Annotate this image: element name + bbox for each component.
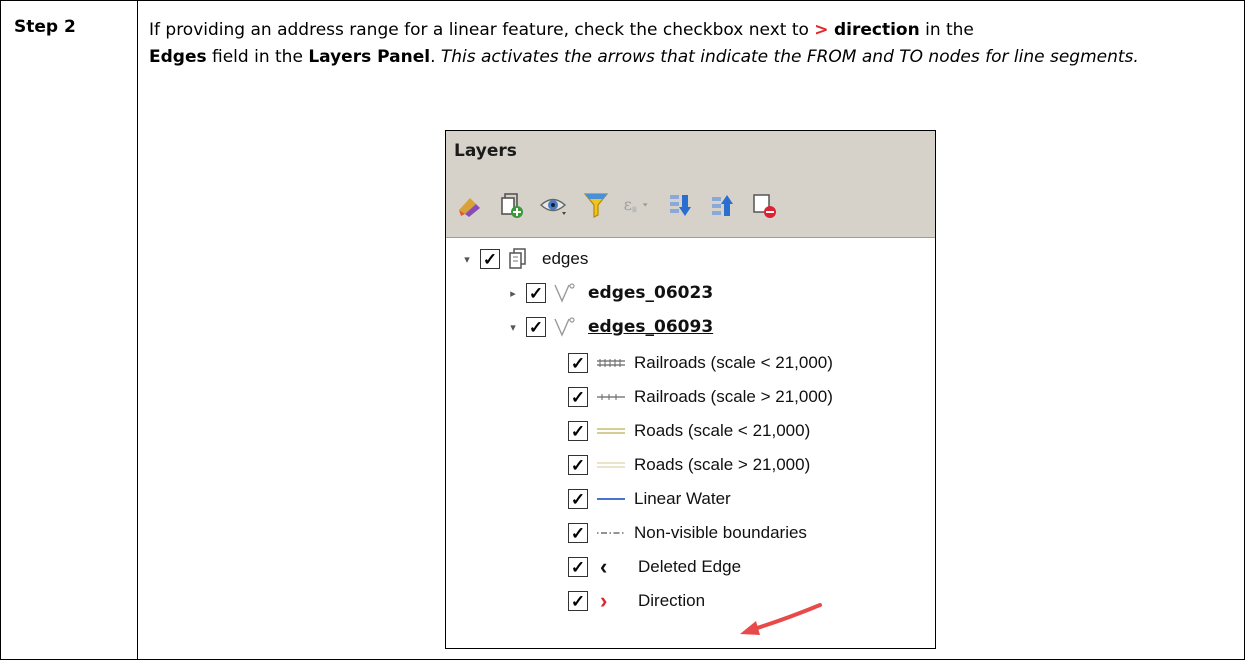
expand-all-icon[interactable] (664, 190, 696, 220)
tree-row-non-visible-boundaries[interactable]: ✓ Non-visible boundaries (568, 517, 807, 549)
roads-large-checkbox[interactable]: ✓ (568, 455, 588, 475)
layer-label-direction: Direction (638, 591, 706, 610)
tree-row-railroads-large-scale[interactable]: ✓ Railroads (scale > 21,000) (568, 381, 833, 413)
tree-row-roads-small-scale[interactable]: ✓ Roads (scale < 21,000) (568, 415, 810, 447)
railroad-sparse-symbol (596, 387, 628, 407)
svg-text:ε: ε (624, 195, 632, 214)
instruction-text: If providing an address range for a line… (149, 17, 1219, 71)
layers-panel-title: Layers (454, 141, 517, 161)
dashdot-line-symbol (596, 523, 628, 543)
edges-06023-checkbox[interactable]: ✓ (526, 283, 546, 303)
tree-row-roads-large-scale[interactable]: ✓ Roads (scale > 21,000) (568, 449, 810, 481)
layer-label-linear-water: Linear Water (634, 489, 731, 508)
layer-label-railroads-small: Railroads (scale < 21,000) (634, 353, 833, 372)
add-group-icon[interactable] (496, 190, 528, 220)
roads-small-checkbox[interactable]: ✓ (568, 421, 588, 441)
road-light-symbol (596, 455, 628, 475)
instruction-part3: field in the (206, 47, 309, 67)
direction-word: direction (833, 20, 920, 40)
expand-arrow-icon[interactable]: ▾ (506, 321, 520, 334)
collapse-arrow-icon[interactable]: ▸ (506, 287, 520, 300)
remove-layer-icon[interactable] (748, 190, 780, 220)
step-label: Step 2 (14, 17, 76, 37)
collapse-all-icon[interactable] (706, 190, 738, 220)
layer-label-non-visible-boundaries: Non-visible boundaries (634, 523, 807, 542)
tree-row-direction[interactable]: ✓ › Direction (568, 585, 705, 617)
layer-label-railroads-large: Railroads (scale > 21,000) (634, 387, 833, 406)
layer-label-roads-large: Roads (scale > 21,000) (634, 455, 811, 474)
tree-row-edges-06093[interactable]: ▾ ✓ edges_06093 (506, 311, 713, 343)
deleted-edge-chevron-icon: ‹ (600, 554, 608, 579)
tree-row-edges[interactable]: ▾ ✓ edges (460, 243, 588, 275)
layers-panel-header: Layers ε (446, 131, 935, 238)
non-visible-boundaries-checkbox[interactable]: ✓ (568, 523, 588, 543)
style-icon[interactable] (454, 190, 486, 220)
layers-panel-screenshot: Layers ε ▾ ✓ edges ▸ ✓ edges_06023 ▾ ✓ e… (445, 130, 936, 649)
layer-label-edges: edges (542, 249, 589, 268)
railroad-dense-symbol (596, 353, 628, 373)
deleted-edge-checkbox[interactable]: ✓ (568, 557, 588, 577)
line-layer-icon (552, 315, 578, 339)
layer-label-deleted-edge: Deleted Edge (638, 557, 742, 576)
edges-checkbox[interactable]: ✓ (480, 249, 500, 269)
line-layer-icon (552, 281, 578, 305)
water-line-symbol (596, 489, 628, 509)
visibility-icon[interactable] (538, 190, 570, 220)
filter-icon[interactable] (580, 190, 612, 220)
layer-label-edges-06093: edges_06093 (588, 317, 714, 337)
direction-gt-symbol: > (814, 20, 829, 40)
road-double-symbol (596, 421, 628, 441)
group-layer-icon (506, 247, 532, 271)
tree-row-railroads-small-scale[interactable]: ✓ Railroads (scale < 21,000) (568, 347, 833, 379)
layer-label-roads-small: Roads (scale < 21,000) (634, 421, 811, 440)
tree-row-linear-water[interactable]: ✓ Linear Water (568, 483, 731, 515)
railroads-large-checkbox[interactable]: ✓ (568, 387, 588, 407)
instruction-part2: in the (919, 20, 974, 40)
tree-row-edges-06023[interactable]: ▸ ✓ edges_06023 (506, 277, 713, 309)
edges-word: Edges (149, 47, 207, 67)
layer-label-edges-06023: edges_06023 (588, 283, 714, 303)
instruction-part4: . (430, 47, 441, 67)
instruction-italic-note: This activates the arrows that indicate … (440, 47, 1139, 67)
callout-arrow-icon (740, 603, 822, 635)
expand-arrow-icon[interactable]: ▾ (460, 253, 474, 266)
expression-filter-icon[interactable]: ε (622, 190, 654, 220)
step-column: Step 2 (1, 1, 138, 659)
instruction-table: Step 2 If providing an address range for… (0, 0, 1245, 660)
tree-row-deleted-edge[interactable]: ✓ ‹ Deleted Edge (568, 551, 741, 583)
direction-checkbox[interactable]: ✓ (568, 591, 588, 611)
direction-chevron-icon: › (600, 588, 608, 613)
railroads-small-checkbox[interactable]: ✓ (568, 353, 588, 373)
edges-06093-checkbox[interactable]: ✓ (526, 317, 546, 337)
linear-water-checkbox[interactable]: ✓ (568, 489, 588, 509)
instruction-part1: If providing an address range for a line… (149, 20, 815, 40)
layers-toolbar: ε (454, 189, 780, 221)
layers-panel-word: Layers Panel (308, 47, 431, 67)
